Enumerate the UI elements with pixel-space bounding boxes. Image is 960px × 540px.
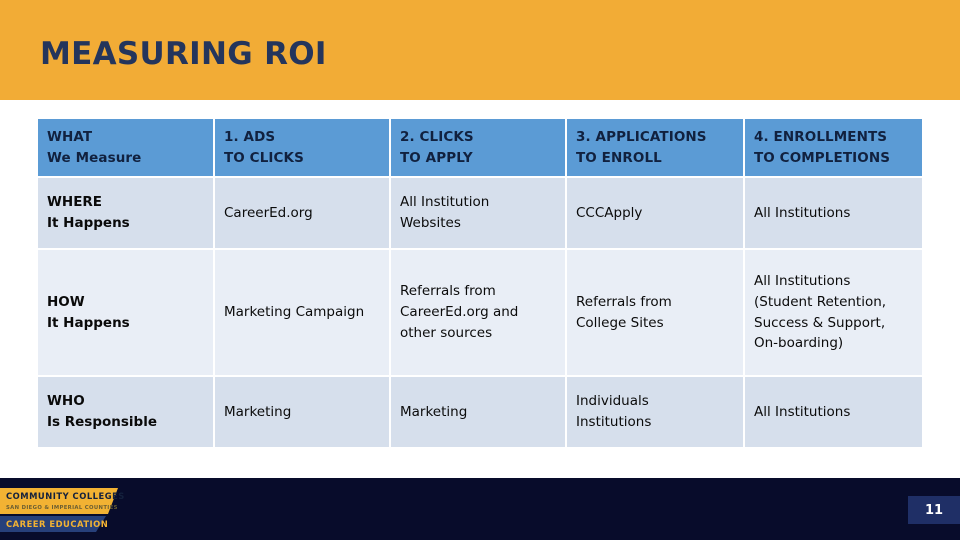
cell-line: Marketing Campaign <box>224 304 365 321</box>
header-line-1: 1. ADS <box>224 128 276 145</box>
cell-who-ads-to-clicks: Marketing <box>215 377 389 447</box>
cell-line: CCCApply <box>576 204 643 221</box>
table-header-cell-clicks-to-apply: 2. CLICKS TO APPLY <box>391 119 565 176</box>
cell-line: Individuals <box>576 393 649 410</box>
table-row: WHO Is Responsible Marketing Marketing I… <box>38 377 922 447</box>
row-label-line-1: WHERE <box>47 194 103 211</box>
cell-line: All Institutions <box>754 403 851 420</box>
cell-line: Marketing <box>224 403 292 420</box>
page-number: 11 <box>908 496 960 524</box>
header-line-2: We Measure <box>47 149 142 166</box>
logo-line-3-text: CAREER EDUCATION <box>6 519 108 529</box>
cell-how-applications-to-enroll: Referrals from College Sites <box>567 250 743 375</box>
row-label-line-1: WHO <box>47 393 85 410</box>
cell-line: All Institutions <box>754 272 851 289</box>
cell-line: CareerEd.org <box>224 204 313 221</box>
logo-line-1-text: COMMUNITY COLLEGES <box>6 491 125 501</box>
cell-line: Referrals from <box>576 293 672 310</box>
table-header-cell-ads-to-clicks: 1. ADS TO CLICKS <box>215 119 389 176</box>
cell-line: Referrals from <box>400 283 496 300</box>
cell-how-clicks-to-apply: Referrals from CareerEd.org and other so… <box>391 250 565 375</box>
cell-line: CareerEd.org and <box>400 304 519 321</box>
roi-table: WHAT We Measure 1. ADS TO CLICKS 2. CLIC… <box>36 117 924 449</box>
table-header-cell-applications-to-enroll: 3. APPLICATIONS TO ENROLL <box>567 119 743 176</box>
table-row: WHERE It Happens CareerEd.org All Instit… <box>38 178 922 248</box>
row-label-line-1: HOW <box>47 293 85 310</box>
cell-where-applications-to-enroll: CCCApply <box>567 178 743 248</box>
cell-line: All Institutions <box>754 204 851 221</box>
cell-line: (Student Retention, <box>754 293 887 310</box>
header-line-2: TO CLICKS <box>224 149 304 166</box>
cell-line: All Institution <box>400 194 490 211</box>
cell-how-ads-to-clicks: Marketing Campaign <box>215 250 389 375</box>
logo-line-2-text: SAN DIEGO & IMPERIAL COUNTIES <box>6 505 118 511</box>
row-label-how: HOW It Happens <box>38 250 213 375</box>
cell-where-ads-to-clicks: CareerEd.org <box>215 178 389 248</box>
cell-who-clicks-to-apply: Marketing <box>391 377 565 447</box>
header-line-1: 4. ENROLLMENTS <box>754 128 888 145</box>
table-header-cell-what: WHAT We Measure <box>38 119 213 176</box>
cell-line: Success & Support, <box>754 314 886 331</box>
slide: MEASURING ROI WHAT We Measure 1. ADS TO … <box>0 0 960 540</box>
cell-line: Institutions <box>576 414 652 430</box>
row-label-where: WHERE It Happens <box>38 178 213 248</box>
row-label-line-2: Is Responsible <box>47 414 158 430</box>
header-line-2: TO ENROLL <box>576 149 662 166</box>
row-label-who: WHO Is Responsible <box>38 377 213 447</box>
header-line-2: TO APPLY <box>400 149 473 166</box>
cell-line: College Sites <box>576 314 664 331</box>
cell-who-applications-to-enroll: Individuals Institutions <box>567 377 743 447</box>
cell-where-enrollments-to-completions: All Institutions <box>745 178 922 248</box>
cell-line: Websites <box>400 215 461 231</box>
cell-where-clicks-to-apply: All Institution Websites <box>391 178 565 248</box>
table-row: HOW It Happens Marketing Campaign Referr… <box>38 250 922 375</box>
header-line-1: WHAT <box>47 128 93 145</box>
cell-line: On-boarding) <box>754 335 844 352</box>
header-line-2: TO COMPLETIONS <box>754 149 891 166</box>
header-line-1: 3. APPLICATIONS <box>576 128 707 145</box>
table-header-row: WHAT We Measure 1. ADS TO CLICKS 2. CLIC… <box>38 119 922 176</box>
header-line-1: 2. CLICKS <box>400 128 474 145</box>
cell-who-enrollments-to-completions: All Institutions <box>745 377 922 447</box>
footer-band <box>0 478 960 540</box>
row-label-line-2: It Happens <box>47 314 130 331</box>
cell-line: Marketing <box>400 403 468 420</box>
table-header-cell-enrollments-to-completions: 4. ENROLLMENTS TO COMPLETIONS <box>745 119 922 176</box>
row-label-line-2: It Happens <box>47 215 130 231</box>
cell-line: other sources <box>400 324 493 341</box>
organization-logo: COMMUNITY COLLEGES SAN DIEGO & IMPERIAL … <box>0 487 132 532</box>
cell-how-enrollments-to-completions: All Institutions (Student Retention, Suc… <box>745 250 922 375</box>
page-title: MEASURING ROI <box>40 36 327 72</box>
